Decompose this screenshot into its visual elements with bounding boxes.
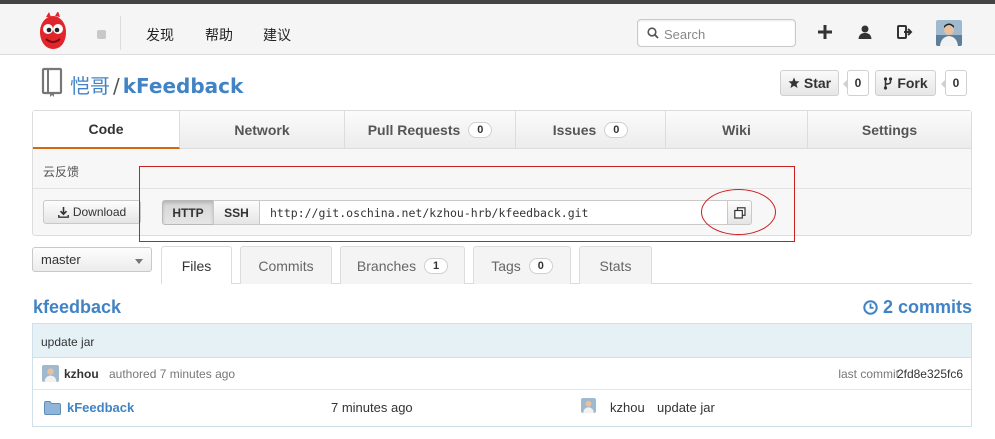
- files-table: update jar kzhou authored 7 minutes ago …: [32, 323, 972, 427]
- folder-icon: [44, 401, 61, 415]
- subtab-files-label: Files: [181, 257, 212, 274]
- commit-hash-link[interactable]: 2fd8e325fc6: [897, 367, 963, 381]
- user-icon[interactable]: [857, 24, 873, 40]
- file-author-link[interactable]: kzhou: [610, 400, 645, 415]
- subtab-commits[interactable]: Commits: [240, 246, 332, 284]
- tab-wiki-label: Wiki: [722, 121, 751, 138]
- nav-link-help[interactable]: 帮助: [205, 25, 233, 45]
- download-icon: [57, 206, 69, 218]
- file-age: 7 minutes ago: [331, 400, 413, 415]
- tab-issues[interactable]: Issues 0: [516, 111, 666, 148]
- search-input[interactable]: [664, 25, 789, 43]
- tab-settings-label: Settings: [861, 121, 918, 138]
- file-author-avatar[interactable]: [581, 398, 596, 413]
- subtab-tags-label: Tags: [491, 257, 521, 274]
- commit-meta-row: kzhou authored 7 minutes ago last commit…: [33, 358, 971, 390]
- tab-pull-requests[interactable]: Pull Requests 0: [345, 111, 516, 148]
- star-label: Star: [803, 75, 832, 91]
- status-dot: [97, 30, 106, 39]
- commits-count-label: 2 commits: [882, 297, 972, 317]
- logout-icon[interactable]: [897, 24, 913, 40]
- commit-authored-time: authored 7 minutes ago: [109, 367, 236, 381]
- chevron-down-icon: [135, 259, 143, 264]
- star-icon: [788, 77, 800, 88]
- pull-requests-count: 0: [468, 121, 493, 138]
- avatar-image-icon: [936, 20, 962, 46]
- annotation-ellipse: [701, 189, 776, 235]
- tab-wiki[interactable]: Wiki: [666, 111, 808, 148]
- user-avatar[interactable]: [936, 20, 962, 46]
- repo-name-link[interactable]: kFeedback: [123, 74, 244, 98]
- search-icon: [647, 27, 659, 39]
- nav-link-discover[interactable]: 发现: [146, 25, 174, 45]
- tab-issues-label: Issues: [552, 121, 597, 138]
- tab-network[interactable]: Network: [180, 111, 345, 148]
- fork-label: Fork: [897, 75, 928, 91]
- plus-icon[interactable]: [817, 24, 833, 40]
- branch-select[interactable]: master: [32, 247, 152, 272]
- file-commit-message[interactable]: update jar: [657, 400, 715, 415]
- issues-count: 0: [604, 121, 629, 138]
- annotation-rectangle: [139, 166, 795, 242]
- fork-icon: [884, 76, 893, 90]
- subtab-tags[interactable]: Tags 0: [473, 246, 571, 284]
- tab-network-label: Network: [234, 121, 290, 138]
- repo-book-icon: [41, 67, 63, 97]
- subtab-branches-label: Branches: [356, 257, 417, 274]
- search-box[interactable]: [637, 19, 796, 47]
- clock-icon: [863, 300, 878, 315]
- repo-separator: /: [113, 74, 120, 98]
- tab-code[interactable]: Code: [33, 111, 180, 149]
- subtab-stats[interactable]: Stats: [579, 246, 652, 284]
- author-avatar[interactable]: [42, 365, 59, 382]
- nav-divider: [120, 16, 121, 50]
- branches-count: 1: [424, 257, 449, 274]
- tab-pull-requests-label: Pull Requests: [367, 121, 461, 138]
- nav-link-suggest[interactable]: 建议: [263, 25, 291, 45]
- star-button[interactable]: Star: [780, 70, 839, 96]
- repo-title: 恺哥 / kFeedback: [70, 70, 243, 99]
- fork-button[interactable]: Fork: [875, 70, 936, 96]
- subtab-branches[interactable]: Branches 1: [340, 246, 465, 284]
- fork-count[interactable]: 0: [941, 70, 967, 96]
- star-count[interactable]: 0: [843, 70, 869, 96]
- last-commit-label: last commit: [838, 367, 899, 381]
- subtab-commits-label: Commits: [258, 257, 314, 274]
- tags-count: 0: [528, 257, 553, 274]
- repo-tabs: Code Network Pull Requests 0 Issues 0 Wi…: [33, 111, 971, 149]
- repo-description: 云反馈: [43, 165, 80, 179]
- last-commit-message[interactable]: update jar: [33, 324, 971, 358]
- download-button[interactable]: Download: [43, 200, 141, 224]
- avatar-image-icon: [42, 365, 59, 382]
- tab-code-label: Code: [88, 121, 124, 137]
- logo-icon[interactable]: [36, 12, 70, 52]
- download-label: Download: [72, 205, 127, 219]
- file-row[interactable]: kFeedback 7 minutes ago kzhou update jar: [33, 390, 971, 426]
- repo-owner-link[interactable]: 恺哥: [70, 74, 110, 98]
- tab-settings[interactable]: Settings: [808, 111, 971, 148]
- subtab-files[interactable]: Files: [161, 246, 232, 284]
- subtab-stats-label: Stats: [599, 257, 632, 274]
- top-navbar: 发现 帮助 建议: [0, 0, 995, 55]
- branch-selected-value: master: [41, 252, 81, 267]
- files-repo-name[interactable]: kfeedback: [33, 297, 121, 318]
- file-name-link[interactable]: kFeedback: [67, 400, 134, 415]
- avatar-image-icon: [581, 398, 596, 413]
- commits-count-link[interactable]: 2 commits: [863, 297, 972, 318]
- commit-author-link[interactable]: kzhou: [64, 367, 99, 381]
